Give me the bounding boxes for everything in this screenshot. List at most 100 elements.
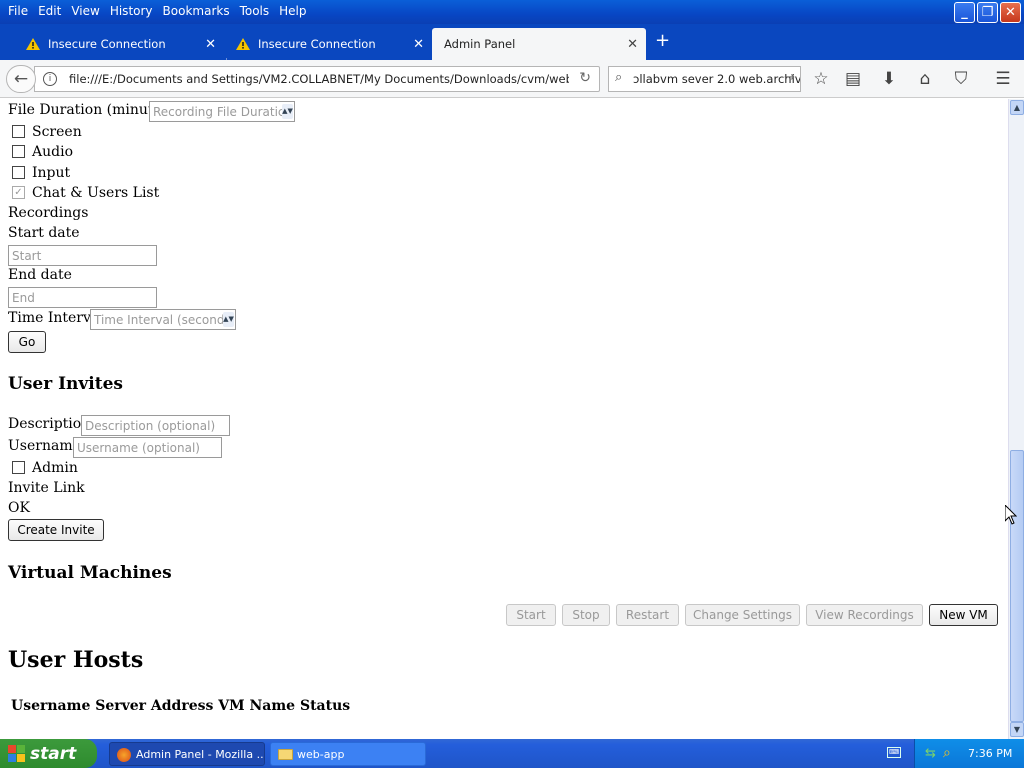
search-go-icon[interactable]: → (784, 70, 795, 85)
placeholder: Time Interval (second (94, 312, 225, 327)
start-vm-button[interactable]: Start (506, 604, 556, 626)
bookmark-star-icon[interactable]: ☆ (810, 68, 832, 90)
admin-label: Admin (32, 460, 78, 476)
end-date-label: End date (8, 267, 72, 283)
hosts-table-header: Username Server Address VM Name Status (11, 698, 351, 714)
tab-admin-panel[interactable]: Admin Panel ✕ (432, 28, 646, 60)
invite-link-label: Invite Link (8, 480, 85, 496)
spinner-icon[interactable]: ▲▼ (282, 104, 293, 119)
downloads-icon[interactable]: ⬇ (878, 68, 900, 90)
scrollbar-thumb[interactable] (1010, 450, 1024, 722)
hamburger-menu-icon[interactable]: ☰ (992, 68, 1014, 90)
stop-vm-button[interactable]: Stop (562, 604, 610, 626)
clock: 7:36 PM (968, 747, 1013, 760)
placeholder: Recording File Duratic (153, 104, 285, 119)
menu-bar: File Edit View History Bookmarks Tools H… (0, 0, 313, 22)
url-bar[interactable]: i file:///E:/Documents and Settings/VM2.… (34, 66, 600, 92)
network-icon[interactable]: ⇆ (925, 746, 936, 761)
tab-strip: Insecure Connection ✕ Insecure Connectio… (0, 24, 1024, 80)
start-button[interactable]: start (0, 739, 97, 768)
search-bar[interactable]: ⌕ ɔllabvm sever 2.0 web.archive → (608, 66, 801, 92)
close-tab-icon[interactable]: ✕ (205, 37, 216, 52)
start-date-input[interactable]: Start (8, 245, 157, 266)
firefox-icon (117, 748, 131, 762)
placeholder: Description (optional) (85, 418, 216, 433)
create-invite-button[interactable]: Create Invite (8, 519, 104, 541)
url-text: file:///E:/Documents and Settings/VM2.CO… (69, 72, 569, 86)
recordings-label: Recordings (8, 205, 89, 221)
menu-bookmarks[interactable]: Bookmarks (163, 4, 230, 18)
warning-icon (26, 38, 40, 50)
virtual-machines-heading: Virtual Machines (8, 563, 172, 583)
tab-insecure-connection-2[interactable]: Insecure Connection ✕ (224, 28, 432, 60)
placeholder: Username (optional) (77, 440, 200, 455)
taskbar-item-firefox[interactable]: Admin Panel - Mozilla ... (109, 742, 265, 766)
search-icon: ⌕ (615, 70, 623, 85)
info-icon[interactable]: i (43, 72, 57, 86)
scroll-up-icon[interactable]: ▲ (1010, 100, 1024, 115)
menu-tools[interactable]: Tools (240, 4, 270, 18)
windows-flag-icon (8, 745, 25, 762)
warning-icon (236, 38, 250, 50)
start-label: start (30, 743, 77, 764)
minimize-button[interactable]: _ (954, 2, 975, 23)
pocket-icon[interactable]: ⛉ (950, 68, 972, 90)
vertical-scrollbar[interactable]: ▲ ▼ (1008, 99, 1024, 739)
system-tray: ⇆ ⌕ 7:36 PM (914, 739, 1024, 768)
menu-file[interactable]: File (8, 4, 28, 18)
username-input[interactable]: Username (optional) (73, 437, 222, 458)
search-tray-icon[interactable]: ⌕ (943, 745, 951, 761)
reading-list-icon[interactable]: ▤ (842, 68, 864, 90)
menu-history[interactable]: History (110, 4, 153, 18)
tab-label: Insecure Connection (258, 37, 376, 51)
file-duration-input[interactable]: Recording File Duratic ▲▼ (149, 101, 295, 122)
input-checkbox[interactable] (12, 166, 25, 179)
close-tab-icon[interactable]: ✕ (627, 37, 638, 52)
menu-view[interactable]: View (71, 4, 99, 18)
menu-help[interactable]: Help (279, 4, 306, 18)
menu-edit[interactable]: Edit (38, 4, 61, 18)
taskbar-item-label: web-app (297, 747, 345, 761)
tab-insecure-connection-1[interactable]: Insecure Connection ✕ (14, 28, 224, 60)
restart-vm-button[interactable]: Restart (616, 604, 679, 626)
time-interval-input[interactable]: Time Interval (second ▲▼ (90, 309, 236, 330)
change-settings-button[interactable]: Change Settings (685, 604, 800, 626)
tab-label: Insecure Connection (48, 37, 166, 51)
end-date-input[interactable]: End (8, 287, 157, 308)
back-arrow-icon: ← (13, 69, 29, 89)
start-date-label: Start date (8, 225, 80, 241)
keyboard-icon[interactable]: ⌨ (887, 747, 901, 758)
taskbar-item-label: Admin Panel - Mozilla ... (136, 747, 265, 761)
folder-icon (278, 749, 293, 760)
navigation-bar: i file:///E:/Documents and Settings/VM2.… (0, 60, 1024, 98)
new-tab-icon[interactable]: + (655, 30, 670, 51)
close-tab-icon[interactable]: ✕ (413, 37, 424, 52)
close-window-button[interactable]: ✕ (1000, 2, 1021, 23)
new-vm-button[interactable]: New VM (929, 604, 998, 626)
page-content: File Duration (minutes) Recording File D… (0, 99, 1008, 739)
chat-users-list-checkbox[interactable]: ✓ (12, 186, 25, 199)
back-button[interactable]: ← (6, 65, 36, 93)
audio-checkbox[interactable] (12, 145, 25, 158)
view-recordings-button[interactable]: View Recordings (806, 604, 923, 626)
restore-button[interactable]: ❐ (977, 2, 998, 23)
user-invites-heading: User Invites (8, 374, 123, 394)
title-bar: File Edit View History Bookmarks Tools H… (0, 0, 1024, 24)
description-label: Description (8, 416, 91, 432)
taskbar-item-folder[interactable]: web-app (270, 742, 426, 766)
tab-label: Admin Panel (444, 37, 516, 51)
home-icon[interactable]: ⌂ (914, 68, 936, 90)
taskbar: start Admin Panel - Mozilla ... web-app … (0, 739, 1024, 768)
screen-label: Screen (32, 124, 82, 140)
reload-icon[interactable]: ↻ (579, 70, 591, 86)
screen-checkbox[interactable] (12, 125, 25, 138)
description-input[interactable]: Description (optional) (81, 415, 230, 436)
mouse-cursor-icon (1005, 505, 1017, 525)
scroll-down-icon[interactable]: ▼ (1010, 722, 1024, 737)
spinner-icon[interactable]: ▲▼ (223, 312, 234, 327)
chat-users-list-label: Chat & Users List (32, 185, 160, 201)
go-button[interactable]: Go (8, 331, 46, 353)
invite-status-text: OK (8, 500, 30, 516)
admin-checkbox[interactable] (12, 461, 25, 474)
input-label: Input (32, 165, 71, 181)
